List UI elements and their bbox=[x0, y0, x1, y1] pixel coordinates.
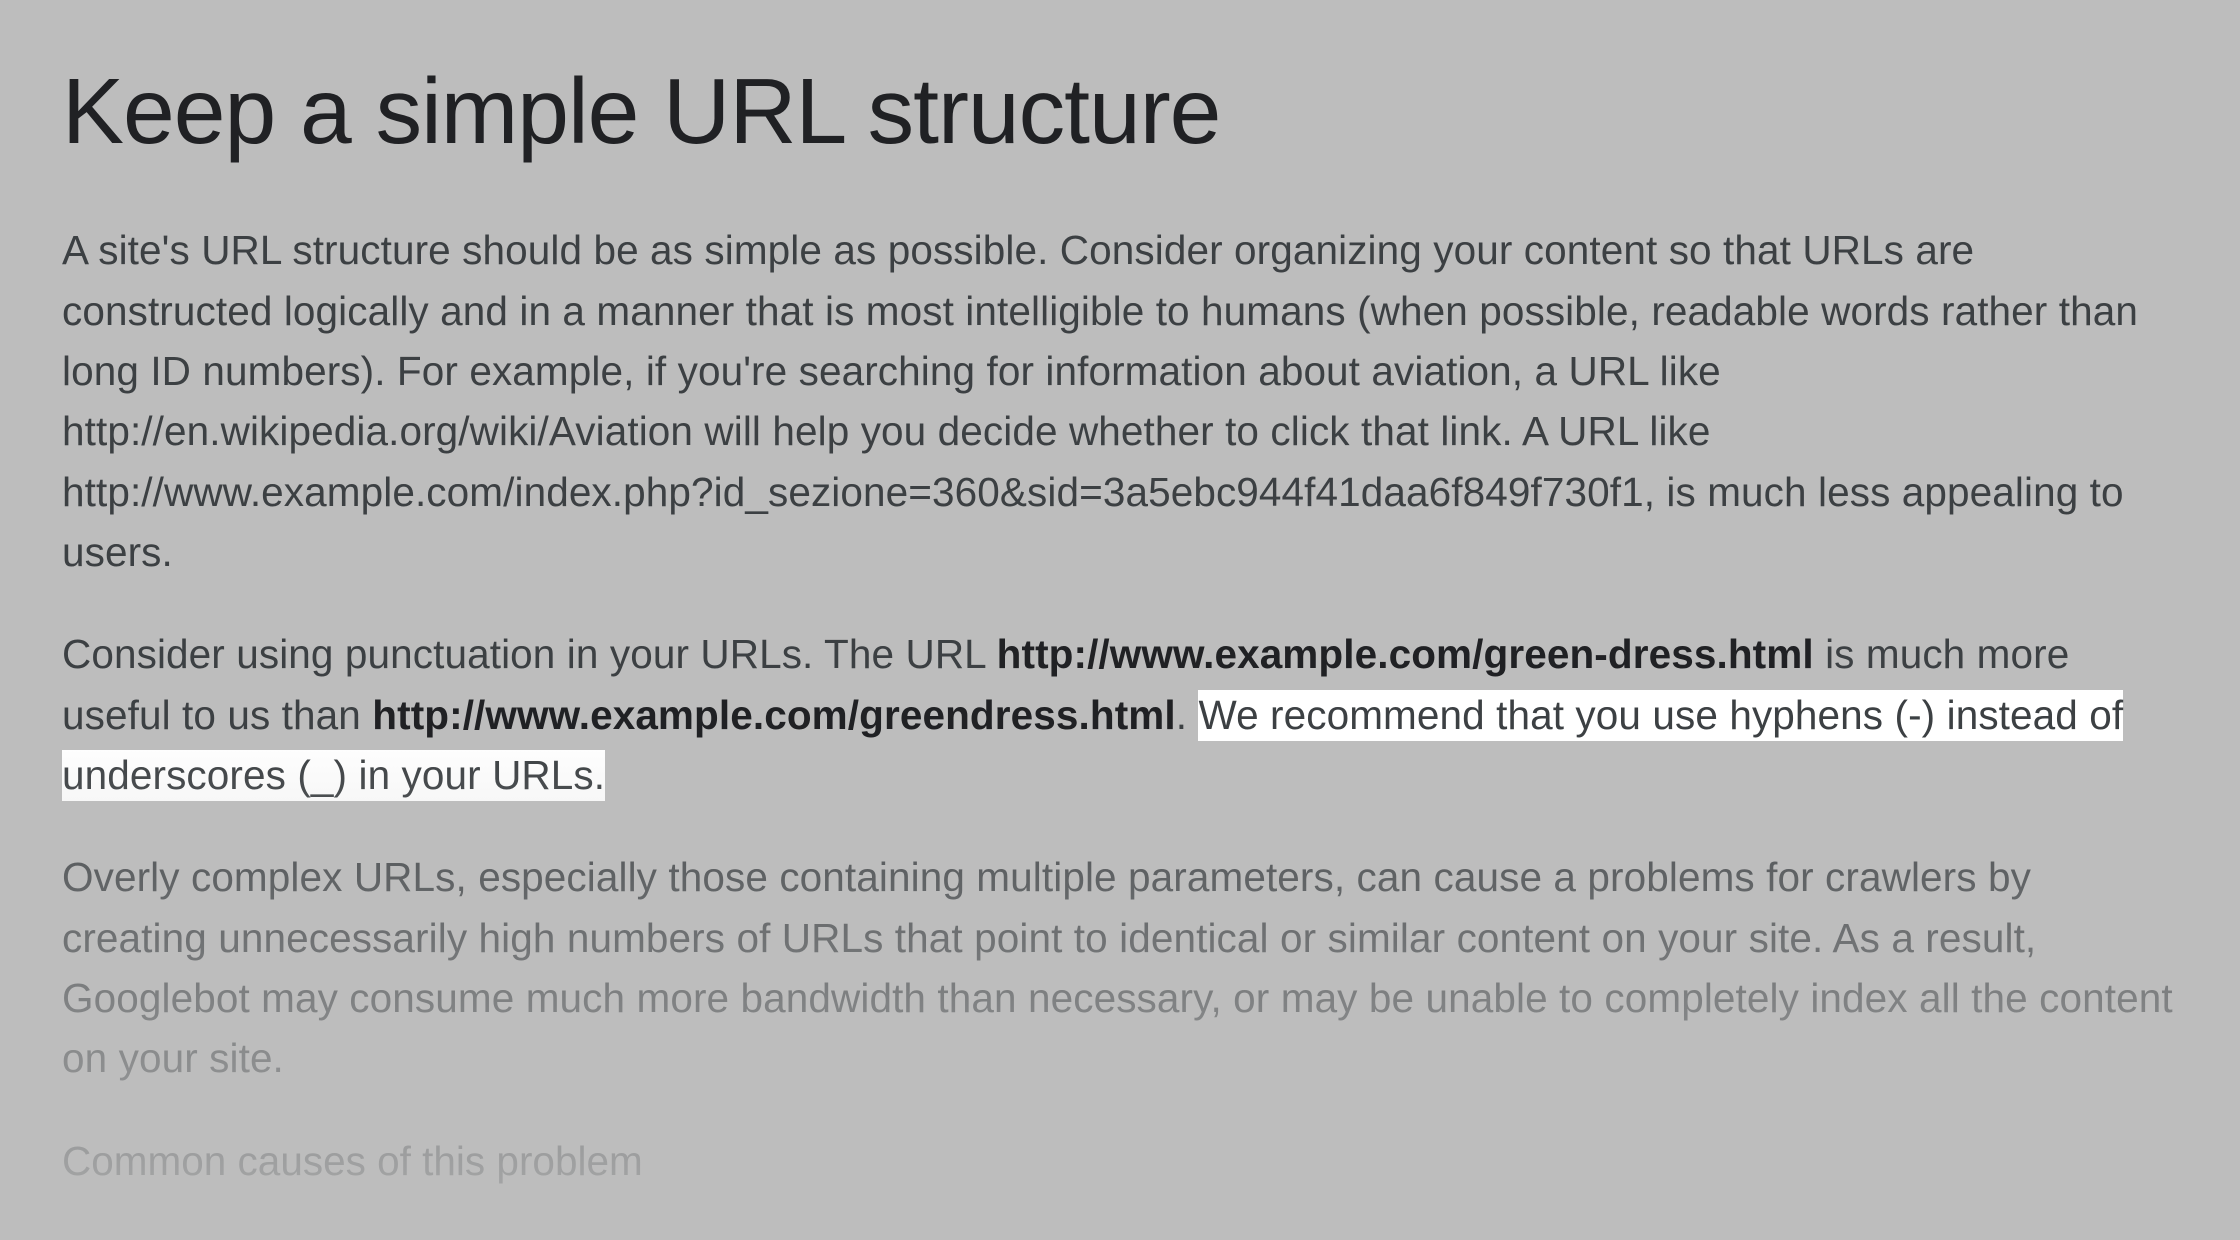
p2-text-3: . bbox=[1176, 692, 1199, 738]
paragraph-1: A site's URL structure should be as simp… bbox=[62, 220, 2178, 582]
p2-url-good: http://www.example.com/green-dress.html bbox=[997, 631, 1814, 677]
p2-url-bad: http://www.example.com/greendress.html bbox=[372, 692, 1175, 738]
paragraph-3: Overly complex URLs, especially those co… bbox=[62, 847, 2178, 1088]
section-heading-common-causes: Common causes of this problem bbox=[62, 1131, 2178, 1191]
p2-text-1: Consider using punctuation in your URLs.… bbox=[62, 631, 997, 677]
article-page: Keep a simple URL structure A site's URL… bbox=[0, 0, 2240, 1240]
paragraph-2: Consider using punctuation in your URLs.… bbox=[62, 624, 2178, 805]
page-title: Keep a simple URL structure bbox=[62, 60, 2178, 162]
